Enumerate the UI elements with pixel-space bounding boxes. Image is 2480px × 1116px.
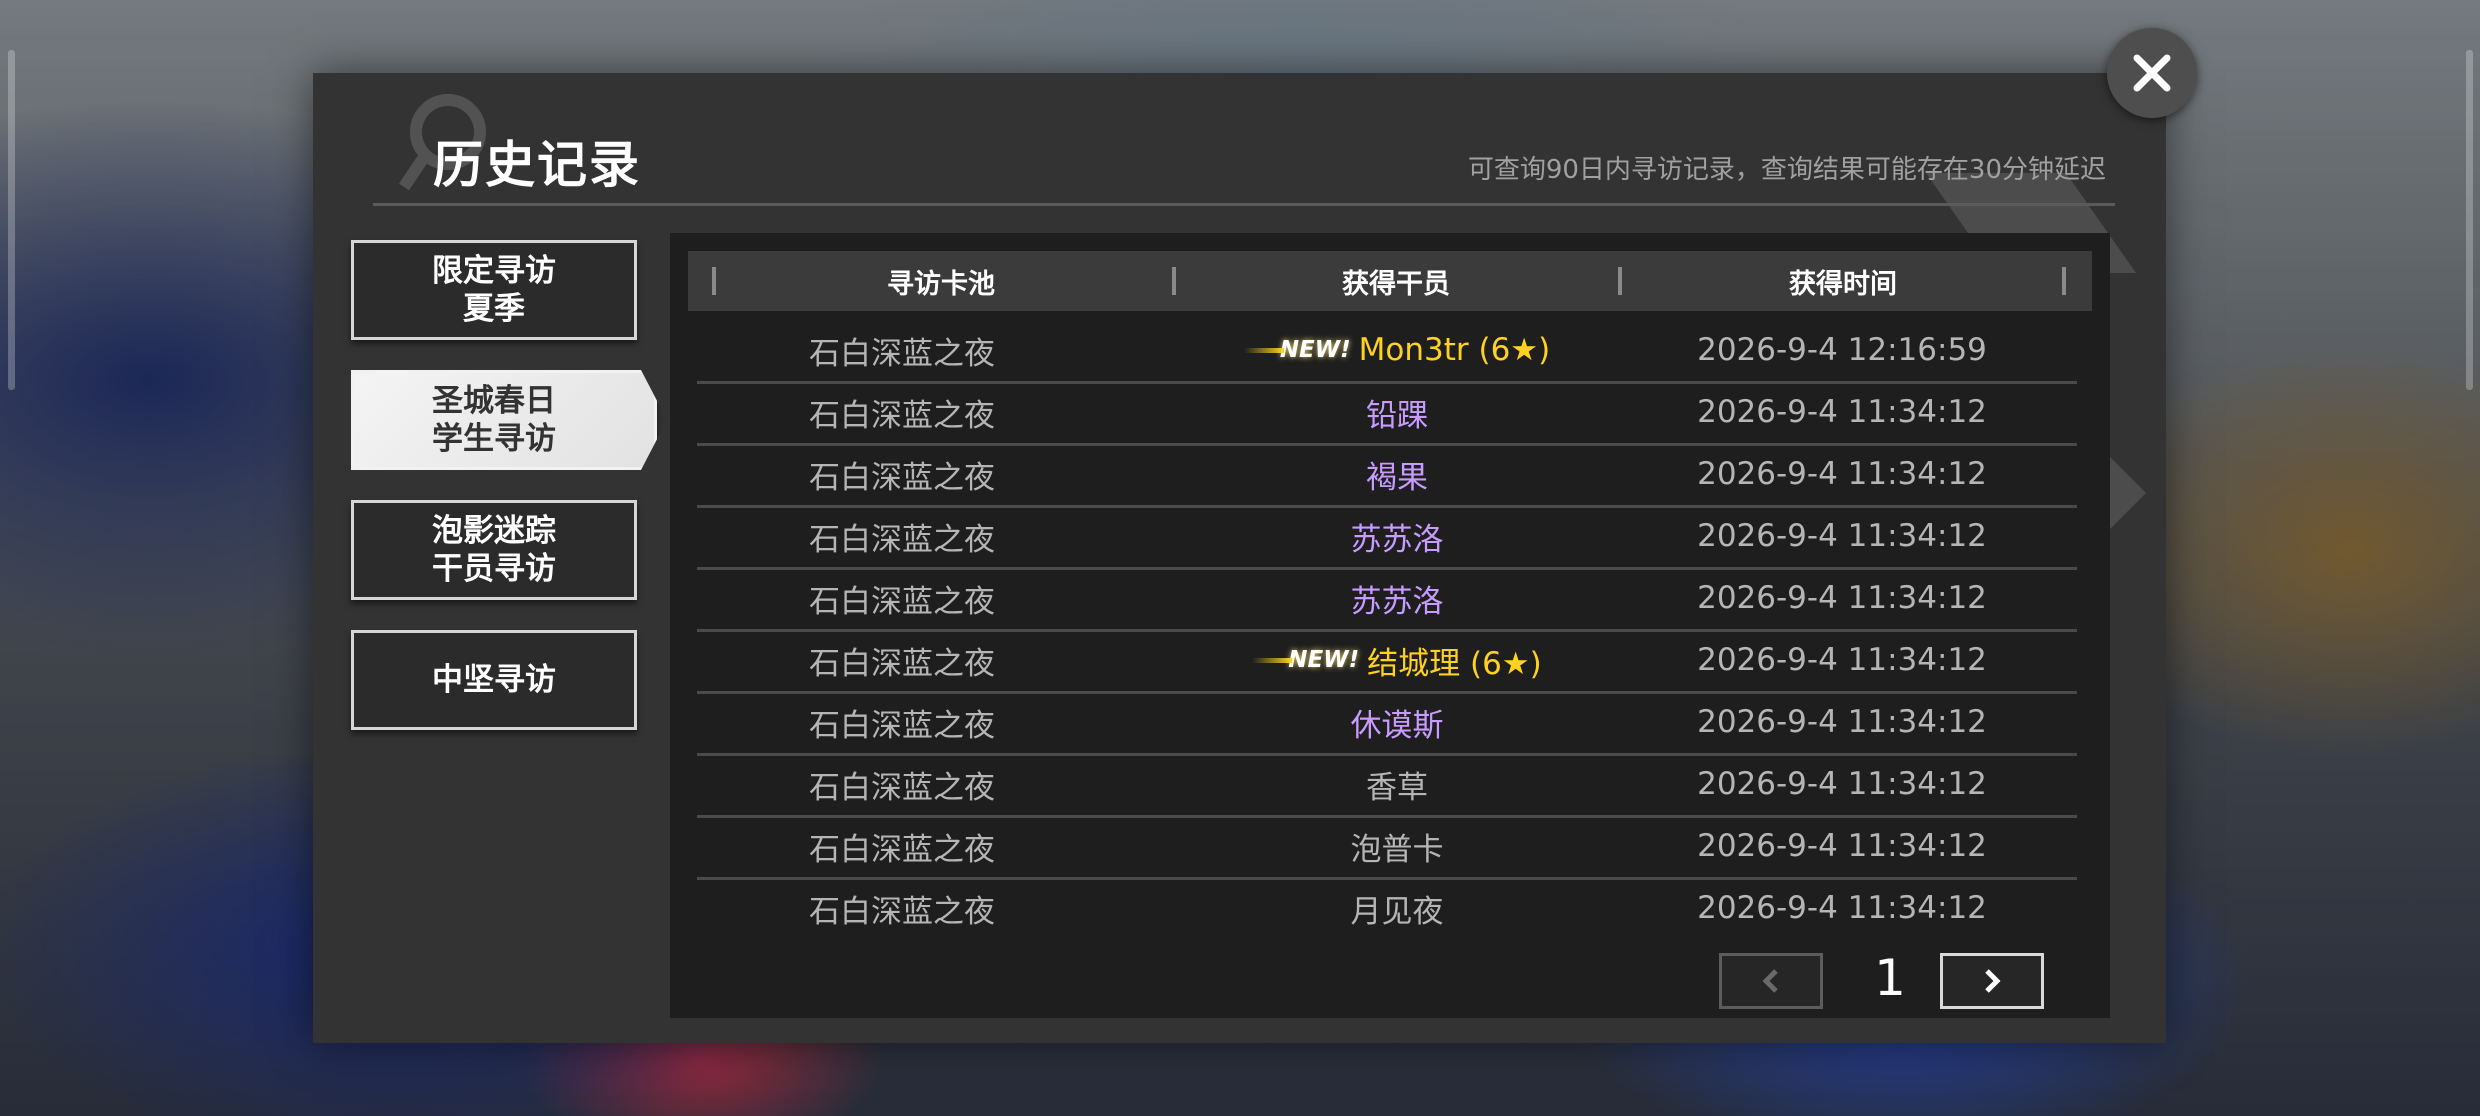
cell-operator: 苏苏洛 [1147, 567, 1647, 629]
cell-time: 2026-9-4 11:34:12 [1697, 394, 1987, 430]
cell-pool: 石白深蓝之夜 [809, 583, 995, 620]
column-header-time: 获得时间 [1789, 268, 1897, 300]
history-dialog: 历史记录 可查询90日内寻访记录，查询结果可能存在30分钟延迟 限定寻访 夏季 … [313, 73, 2166, 1043]
cell-operator: 休谟斯 [1147, 691, 1647, 753]
cell-operator: 铅踝 [1147, 381, 1647, 443]
tab-label-line2: 干员寻访 [432, 551, 556, 587]
cell-time: 2026-9-4 11:34:12 [1697, 580, 1987, 616]
tab-limited-summer[interactable]: 限定寻访 夏季 [351, 240, 637, 340]
tab-standard[interactable]: 中坚寻访 [351, 630, 637, 730]
operator-name: 褐果 [1366, 459, 1428, 496]
page-title: 历史记录 [433, 136, 641, 194]
cell-pool: 石白深蓝之夜 [809, 397, 995, 434]
column-header-operator: 获得干员 [1342, 268, 1450, 300]
tab-label-line2: 夏季 [463, 291, 525, 327]
tab-label-line2: 学生寻访 [432, 421, 556, 457]
cell-time: 2026-9-4 11:34:12 [1697, 456, 1987, 492]
cell-operator: 褐果 [1147, 443, 1647, 505]
table-row: 石白深蓝之夜 褐果 2026-9-4 11:34:12 [697, 443, 2077, 508]
new-badge: NEW! [1243, 337, 1351, 363]
page-number: 1 [1874, 949, 1906, 1007]
operator-name: Mon3tr (6★) [1358, 332, 1551, 368]
right-edge-indicator [2466, 50, 2473, 390]
operator-name: 香草 [1366, 769, 1428, 806]
operator-name: 铅踝 [1366, 397, 1428, 434]
new-badge: NEW! [1252, 647, 1359, 673]
cell-pool: 石白深蓝之夜 [809, 645, 995, 682]
close-icon [2133, 54, 2171, 92]
operator-name: 结城理 (6★) [1367, 645, 1542, 682]
cell-pool: 石白深蓝之夜 [809, 459, 995, 496]
cell-time: 2026-9-4 11:34:12 [1697, 704, 1987, 740]
next-page-button[interactable] [1940, 953, 2044, 1009]
operator-name: 泡普卡 [1350, 831, 1444, 868]
operator-name: 苏苏洛 [1350, 583, 1444, 620]
cell-time: 2026-9-4 11:34:12 [1697, 890, 1987, 926]
tab-holy-city-spring[interactable]: 圣城春日 学生寻访 [351, 370, 657, 470]
table-row: 石白深蓝之夜 休谟斯 2026-9-4 11:34:12 [697, 691, 2077, 756]
history-table: 寻访卡池 获得干员 获得时间 石白深蓝之夜 NEW! Mon3tr (6★) 2026… [670, 233, 2110, 1018]
cell-pool: 石白深蓝之夜 [809, 335, 995, 372]
cell-pool: 石白深蓝之夜 [809, 893, 995, 930]
table-header: 寻访卡池 获得干员 获得时间 [688, 251, 2092, 311]
cell-operator: NEW! Mon3tr (6★) [1147, 319, 1647, 381]
chevron-left-icon [1762, 969, 1778, 993]
tab-label-line1: 泡影迷踪 [432, 513, 556, 549]
cell-operator: 月见夜 [1147, 877, 1647, 939]
prev-page-button[interactable] [1719, 953, 1823, 1009]
operator-name: 月见夜 [1350, 893, 1444, 930]
cell-pool: 石白深蓝之夜 [809, 521, 995, 558]
left-edge-indicator [8, 50, 15, 390]
cell-operator: 泡普卡 [1147, 815, 1647, 877]
cell-time: 2026-9-4 11:34:12 [1697, 766, 1987, 802]
table-row: 石白深蓝之夜 NEW! 结城理 (6★) 2026-9-4 11:34:12 [697, 629, 2077, 694]
cell-pool: 石白深蓝之夜 [809, 831, 995, 868]
tab-label-line1: 圣城春日 [432, 383, 556, 419]
table-row: 石白深蓝之夜 苏苏洛 2026-9-4 11:34:12 [697, 567, 2077, 632]
query-notice: 可查询90日内寻访记录，查询结果可能存在30分钟延迟 [1467, 155, 2106, 185]
operator-name: 休谟斯 [1350, 707, 1444, 744]
tab-bubble-maze[interactable]: 泡影迷踪 干员寻访 [351, 500, 637, 600]
table-row: 石白深蓝之夜 月见夜 2026-9-4 11:34:12 [697, 877, 2077, 939]
cell-pool: 石白深蓝之夜 [809, 769, 995, 806]
operator-name: 苏苏洛 [1350, 521, 1444, 558]
close-button[interactable] [2107, 28, 2197, 118]
cell-operator: 苏苏洛 [1147, 505, 1647, 567]
cell-time: 2026-9-4 12:16:59 [1697, 332, 1987, 368]
tab-label-line1: 限定寻访 [432, 253, 556, 289]
table-row: 石白深蓝之夜 香草 2026-9-4 11:34:12 [697, 753, 2077, 818]
cell-operator: 香草 [1147, 753, 1647, 815]
table-row: 石白深蓝之夜 NEW! Mon3tr (6★) 2026-9-4 12:16:59 [697, 319, 2077, 384]
tab-label-line1: 中坚寻访 [432, 662, 556, 698]
title-divider [373, 203, 2115, 206]
cell-time: 2026-9-4 11:34:12 [1697, 828, 1987, 864]
cell-time: 2026-9-4 11:34:12 [1697, 642, 1987, 678]
chevron-right-icon [1985, 969, 2001, 993]
table-row: 石白深蓝之夜 泡普卡 2026-9-4 11:34:12 [697, 815, 2077, 880]
header-separator [2062, 267, 2066, 295]
cell-time: 2026-9-4 11:34:12 [1697, 518, 1987, 554]
cell-pool: 石白深蓝之夜 [809, 707, 995, 744]
table-row: 石白深蓝之夜 苏苏洛 2026-9-4 11:34:12 [697, 505, 2077, 570]
column-header-pool: 寻访卡池 [887, 268, 995, 300]
cell-operator: NEW! 结城理 (6★) [1147, 629, 1647, 691]
table-row: 石白深蓝之夜 铅踝 2026-9-4 11:34:12 [697, 381, 2077, 446]
